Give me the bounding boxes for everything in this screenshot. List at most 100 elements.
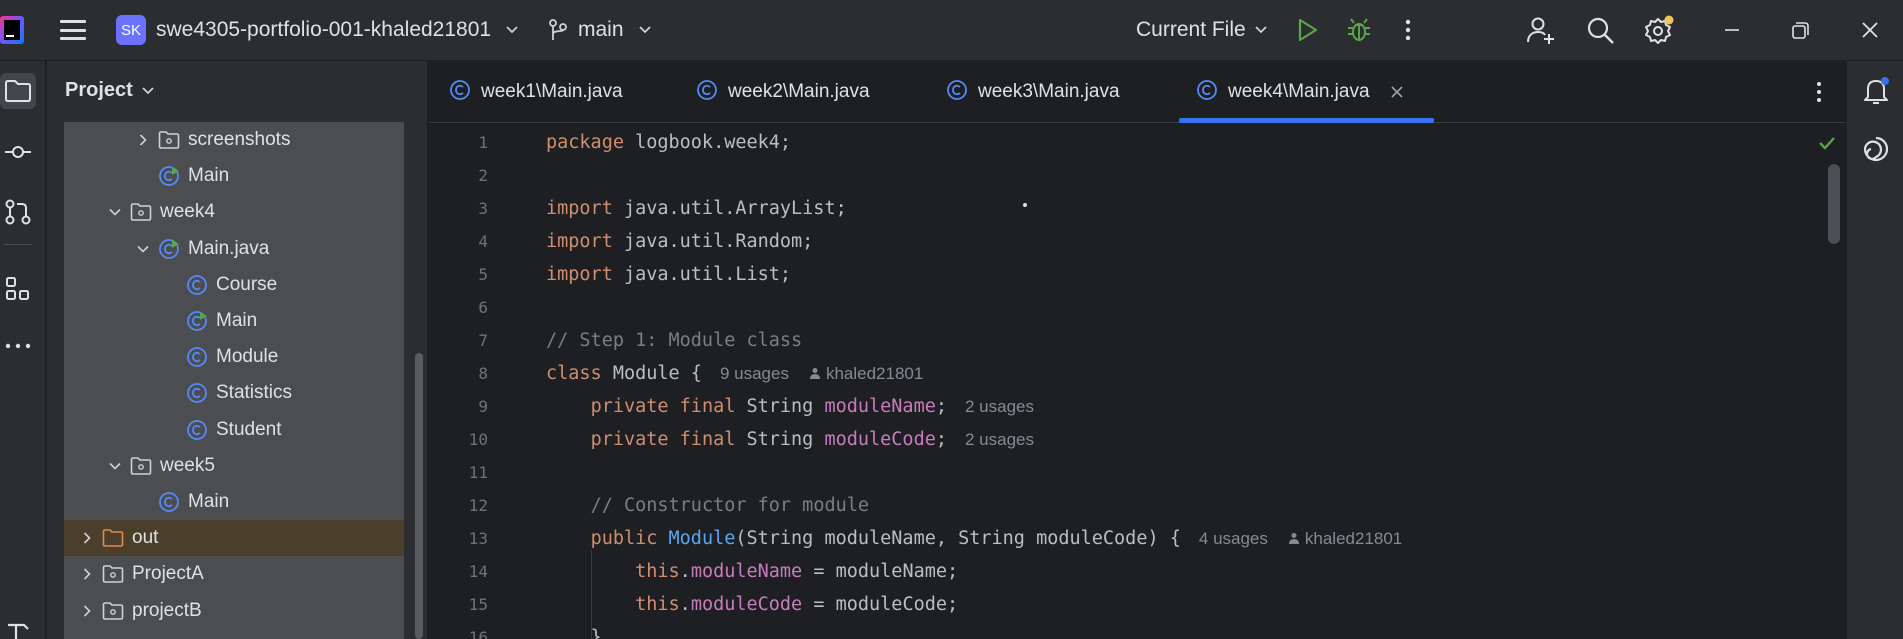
line-number[interactable]: 12 [429, 496, 488, 515]
branch-switcher[interactable]: main [548, 13, 652, 47]
ai-assistant-button[interactable] [1861, 134, 1891, 164]
code-line[interactable]: 3 import java.util.ArrayList; [429, 192, 1829, 225]
usages-inlay-hint[interactable]: 4 usages [1199, 529, 1268, 548]
code-line[interactable]: 4 import java.util.Random; [429, 225, 1829, 258]
line-number[interactable]: 9 [429, 397, 488, 416]
run-button[interactable] [1294, 17, 1320, 43]
no-problems-check-icon[interactable] [1817, 133, 1837, 153]
settings-button[interactable] [1643, 14, 1675, 46]
chevron-down-icon[interactable] [108, 459, 122, 473]
build-tool-button[interactable] [0, 613, 36, 639]
tree-item-student[interactable]: Student [64, 412, 404, 448]
chevron-down-icon[interactable] [108, 205, 122, 219]
search-everywhere-button[interactable] [1585, 15, 1615, 45]
author-inlay-hint[interactable]: khaled21801 [1288, 529, 1402, 548]
line-number[interactable]: 4 [429, 232, 488, 251]
tree-item-main[interactable]: Main [64, 484, 404, 520]
more-vertical-icon[interactable] [1812, 79, 1826, 105]
search-icon [1587, 17, 1614, 44]
line-number[interactable]: 6 [429, 298, 488, 317]
code-line[interactable]: 11 [429, 456, 1829, 489]
line-number[interactable]: 10 [429, 430, 488, 449]
close-tab-icon[interactable] [1390, 85, 1404, 99]
chevron-down-icon[interactable] [136, 242, 150, 256]
code-line[interactable]: 1 package logbook.week4; [429, 126, 1829, 159]
tree-item-screenshots[interactable]: screenshots [64, 122, 404, 158]
tree-scrollbar[interactable] [415, 353, 423, 639]
restore-button[interactable] [1785, 15, 1815, 45]
more-actions-button[interactable] [1400, 16, 1416, 44]
line-number[interactable]: 15 [429, 595, 488, 614]
tree-item-statistics[interactable]: Statistics [64, 375, 404, 411]
line-number[interactable]: 8 [429, 364, 488, 383]
chevron-right-icon[interactable] [80, 567, 94, 581]
tree-item-main-java[interactable]: Main.java [64, 231, 404, 267]
line-number[interactable]: 7 [429, 331, 488, 350]
usages-inlay-hint[interactable]: 9 usages [720, 364, 789, 383]
tree-item-week4[interactable]: week4 [64, 194, 404, 230]
code-line[interactable]: 10 private final String moduleCode; 2 usa… [429, 423, 1829, 456]
tree-arrow-spacer [164, 350, 178, 364]
code-line[interactable]: 14 this.moduleName = moduleName; [429, 555, 1829, 588]
line-number[interactable]: 14 [429, 562, 488, 581]
intellij-logo-icon[interactable] [0, 16, 28, 44]
project-switcher[interactable]: SK swe4305-portfolio-001-khaled21801 [116, 13, 519, 47]
debug-button[interactable] [1345, 16, 1373, 44]
tree-item-out[interactable]: out [64, 520, 404, 557]
tree-item-week5[interactable]: week5 [64, 448, 404, 484]
code-line[interactable]: 15 this.moduleCode = moduleCode; [429, 588, 1829, 621]
author-inlay-hint[interactable]: khaled21801 [809, 364, 923, 383]
code-line[interactable]: 5 import java.util.List; [429, 258, 1829, 291]
project-tool-button[interactable] [0, 73, 36, 109]
chevron-right-icon[interactable] [80, 604, 94, 618]
usages-inlay-hint[interactable]: 2 usages [965, 397, 1034, 416]
run-configuration-selector[interactable]: Current File [1136, 13, 1268, 47]
tree-item-projecta[interactable]: ProjectA [64, 556, 404, 592]
tree-item-main[interactable]: Main [64, 158, 404, 194]
left-tool-window-bar [0, 61, 46, 639]
line-number[interactable]: 1 [429, 133, 488, 152]
code-line[interactable]: 9 private final String moduleName; 2 usag… [429, 390, 1829, 423]
code-editor[interactable]: 1 package logbook.week4; 2 3 import java.uti… [429, 124, 1845, 639]
tree-item-label: Main [188, 491, 230, 512]
tree-item-main[interactable]: Main [64, 303, 404, 339]
run-config-label: Current File [1136, 18, 1246, 41]
line-number[interactable]: 13 [429, 529, 488, 548]
notifications-button[interactable] [1861, 76, 1891, 106]
pull-requests-tool-button[interactable] [0, 194, 36, 230]
project-panel-header[interactable]: Project [65, 79, 155, 102]
tab-week2-main[interactable]: week2\Main.java [696, 61, 870, 123]
minimize-button[interactable] [1717, 15, 1747, 45]
line-number[interactable]: 5 [429, 265, 488, 284]
code-line[interactable]: 12 // Constructor for module [429, 489, 1829, 522]
line-number[interactable]: 16 [429, 628, 488, 639]
chevron-right-icon[interactable] [80, 531, 94, 545]
chevron-right-icon[interactable] [136, 133, 150, 147]
code-line[interactable]: 16 } [429, 621, 1829, 639]
tree-arrow-spacer [164, 278, 178, 292]
code-line[interactable]: 13 public Module(String moduleName, Stri… [429, 522, 1829, 555]
close-window-button[interactable] [1855, 15, 1885, 45]
code-line[interactable]: 2 [429, 159, 1829, 192]
usages-inlay-hint[interactable]: 2 usages [965, 430, 1034, 449]
structure-tool-button[interactable] [0, 271, 36, 307]
more-tools-button[interactable] [0, 328, 36, 364]
line-number[interactable]: 3 [429, 199, 488, 218]
line-number[interactable]: 11 [429, 463, 488, 482]
code-line[interactable]: 7 // Step 1: Module class [429, 324, 1829, 357]
code-line[interactable]: 8 class Module {9 usages khaled21801 [429, 357, 1829, 390]
code-text: package logbook.week4; [546, 132, 792, 153]
tree-item-projectb[interactable]: projectB [64, 593, 404, 629]
tree-item-course[interactable]: Course [64, 267, 404, 303]
tab-week3-main[interactable]: week3\Main.java [946, 61, 1120, 123]
commit-tool-button[interactable] [0, 134, 36, 170]
code-with-me-button[interactable] [1526, 15, 1556, 45]
code-line[interactable]: 6 [429, 291, 1829, 324]
line-number[interactable]: 2 [429, 166, 488, 185]
tab-week1-main[interactable]: week1\Main.java [449, 61, 623, 123]
tab-week4-main[interactable]: week4\Main.java [1196, 61, 1404, 123]
editor-scrollbar[interactable] [1828, 164, 1840, 244]
project-tree[interactable]: screenshots Main week4 Main.java Course Main M… [64, 122, 404, 639]
tree-item-module[interactable]: Module [64, 339, 404, 375]
main-menu-button[interactable] [58, 17, 88, 43]
